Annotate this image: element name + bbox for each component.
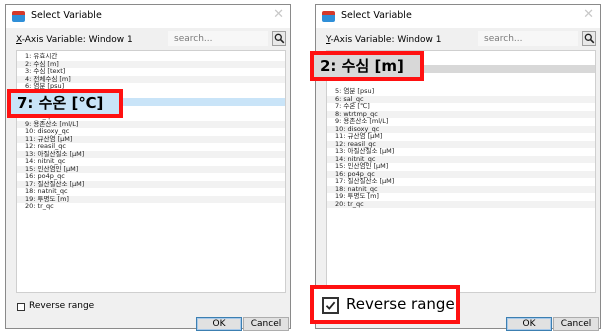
close-icon[interactable]: ✕ [583,8,594,22]
axis-label-text: -Axis Variable: Window 1 [330,35,442,45]
dialog-title: Select Variable [341,10,412,21]
axis-label-text: -Axis Variable: Window 1 [21,35,133,45]
search-icon [584,33,595,44]
highlight-callout-selected-y: 2: 수심 [m] [310,51,424,81]
checkmark-icon [325,301,336,310]
cancel-button[interactable]: Cancel [243,317,289,331]
reverse-range-label: Reverse range [346,295,455,313]
reverse-range-label: Reverse range [29,301,95,311]
variable-list[interactable]: 1: 유효시간 2: 수심 [m] 3: 수심 [text] 4: 전체수심 [… [16,50,286,293]
list-item[interactable]: 20: tr_qc [327,200,595,208]
list-item[interactable]: 5: 염분 [psu] [327,87,595,96]
highlight-callout-selected-x: 7: 수온 [℃] [7,89,123,118]
axis-variable-label: Y-Axis Variable: Window 1 [326,35,441,45]
list-item[interactable]: 20: tr_qc [17,202,285,211]
close-icon[interactable]: ✕ [273,8,284,22]
ok-button[interactable]: OK [506,317,552,331]
axis-variable-label: X-Axis Variable: Window 1 [16,35,133,45]
search-icon [274,33,285,44]
list-item[interactable]: 19: 투명도 [m] [17,195,285,203]
select-variable-dialog-x: Select Variable ✕ X-Axis Variable: Windo… [5,4,291,331]
app-icon [12,11,25,22]
search-button[interactable] [582,31,596,46]
reverse-range-checkbox[interactable] [17,303,25,311]
title-bar: Select Variable ✕ [6,5,290,28]
cancel-button[interactable]: Cancel [553,317,599,331]
ok-button[interactable]: OK [196,317,242,331]
reverse-range-checkbox[interactable] [322,297,339,314]
dialog-title: Select Variable [31,10,102,21]
list-item[interactable]: 19: 투명도 [m] [327,192,595,201]
search-button[interactable] [272,31,286,46]
search-input[interactable] [168,31,268,46]
highlight-callout-reverse-range: Reverse range [310,285,460,324]
title-bar: Select Variable ✕ [316,5,600,28]
search-input[interactable] [478,31,578,46]
variable-list[interactable]: 5: 염분 [psu] 6: sal_qc 7: 수온 [℃] 8: wtrtm… [326,50,596,293]
app-icon [322,11,335,22]
